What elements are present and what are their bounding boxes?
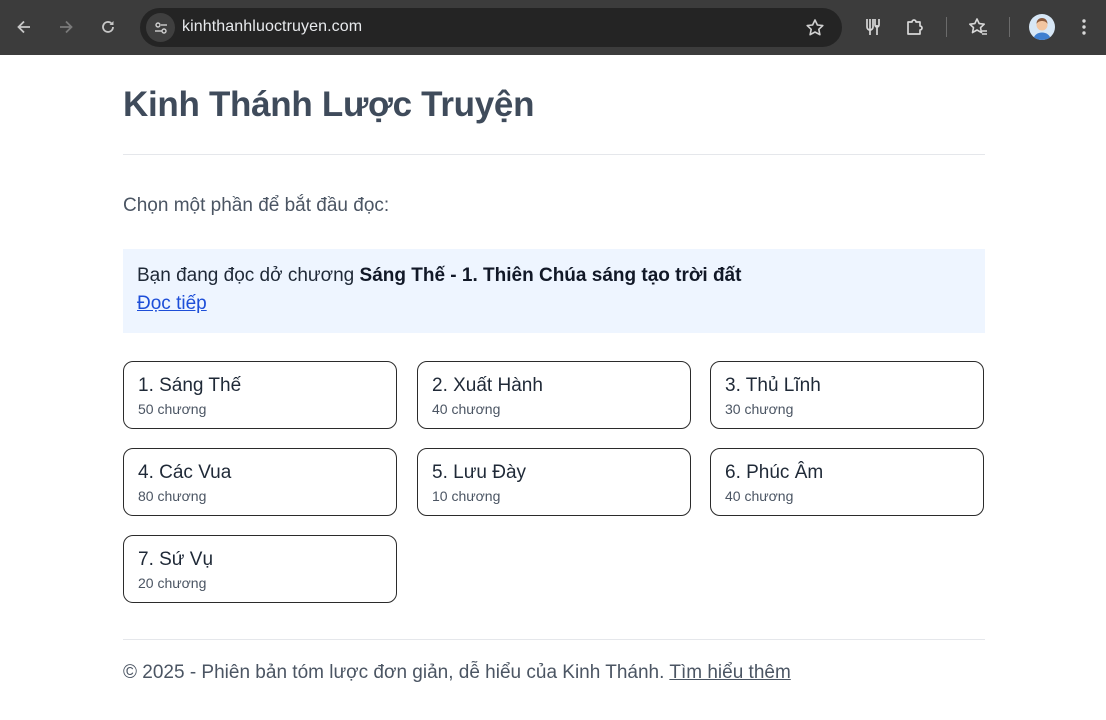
extensions-menu-button[interactable] — [903, 15, 927, 39]
reload-icon — [102, 21, 114, 33]
continue-reading-text: Bạn đang đọc dở chương Sáng Thế - 1. Thi… — [137, 265, 741, 287]
browser-toolbar: kinhthanhluoctruyen.com — [0, 0, 1106, 55]
section-title: 5. Lưu Đày — [432, 462, 527, 483]
toolbar-divider — [1009, 17, 1010, 37]
bookmarks-button[interactable] — [966, 15, 990, 39]
section-card[interactable]: 5. Lưu Đày 10 chương — [417, 448, 691, 516]
footer: © 2025 - Phiên bản tóm lược đơn giản, dễ… — [123, 662, 791, 684]
section-card[interactable]: 4. Các Vua 80 chương — [123, 448, 397, 516]
address-bar[interactable]: kinhthanhluoctruyen.com — [140, 8, 842, 47]
learn-more-link[interactable]: Tìm hiểu thêm — [669, 662, 790, 683]
tune-icon — [154, 21, 167, 34]
section-title: 7. Sứ Vụ — [138, 549, 214, 570]
section-chapter-count: 50 chương — [138, 401, 207, 417]
section-chapter-count: 40 chương — [432, 401, 501, 417]
section-card[interactable]: 1. Sáng Thế 50 chương — [123, 361, 397, 429]
flask-extension-icon — [866, 19, 880, 35]
back-arrow-icon — [17, 20, 30, 34]
section-title: 3. Thủ Lĩnh — [725, 375, 821, 396]
section-title: 1. Sáng Thế — [138, 375, 242, 396]
forward-arrow-icon — [60, 20, 73, 34]
divider — [123, 639, 985, 640]
section-card[interactable]: 7. Sứ Vụ 20 chương — [123, 535, 397, 603]
reload-button[interactable] — [95, 14, 121, 40]
section-chapter-count: 20 chương — [138, 575, 207, 591]
bookmark-star-button[interactable] — [804, 17, 826, 39]
continue-reading-box: Bạn đang đọc dở chương Sáng Thế - 1. Thi… — [123, 249, 985, 333]
section-title: 6. Phúc Âm — [725, 462, 824, 483]
back-button[interactable] — [11, 14, 37, 40]
continue-reading-link[interactable]: Đọc tiếp — [137, 293, 207, 315]
url-text[interactable]: kinhthanhluoctruyen.com — [182, 18, 362, 36]
profile-avatar[interactable] — [1029, 14, 1055, 40]
site-info-button[interactable] — [146, 13, 175, 42]
section-chapter-count: 10 chương — [432, 488, 501, 504]
section-chapter-count: 80 chương — [138, 488, 207, 504]
avatar-icon — [1033, 18, 1051, 40]
more-vert-icon — [1082, 19, 1086, 35]
section-chapter-count: 40 chương — [725, 488, 794, 504]
page-title: Kinh Thánh Lược Truyện — [123, 85, 535, 124]
forward-button[interactable] — [53, 14, 79, 40]
intro-text: Chọn một phần để bắt đầu đọc: — [123, 195, 390, 216]
section-card[interactable]: 6. Phúc Âm 40 chương — [710, 448, 984, 516]
toolbar-divider — [946, 17, 947, 37]
star-icon — [806, 19, 824, 36]
section-title: 4. Các Vua — [138, 462, 232, 483]
footer-text: © 2025 - Phiên bản tóm lược đơn giản, dễ… — [123, 662, 670, 683]
puzzle-icon — [907, 19, 923, 35]
star-list-icon — [969, 18, 987, 35]
current-chapter: Sáng Thế - 1. Thiên Chúa sáng tạo trời đ… — [359, 265, 742, 286]
continue-reading-prefix: Bạn đang đọc dở chương — [137, 265, 360, 286]
divider — [123, 154, 985, 155]
section-title: 2. Xuất Hành — [432, 375, 543, 396]
extension-button[interactable] — [860, 15, 884, 39]
section-card[interactable]: 3. Thủ Lĩnh 30 chương — [710, 361, 984, 429]
section-chapter-count: 30 chương — [725, 401, 794, 417]
section-card[interactable]: 2. Xuất Hành 40 chương — [417, 361, 691, 429]
browser-menu-button[interactable] — [1072, 15, 1096, 39]
